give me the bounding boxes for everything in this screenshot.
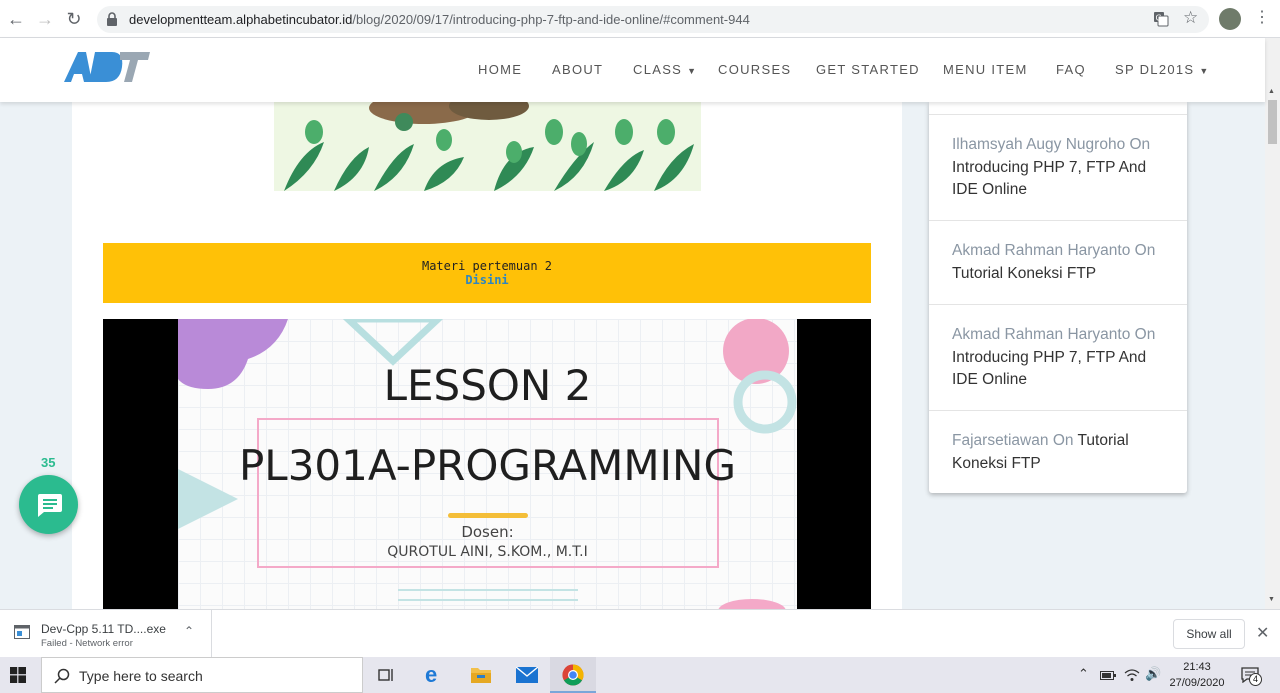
mail-icon[interactable] [504, 657, 550, 693]
slide-dosen-name: QUROTUL AINI, S.KOM., M.T.I [387, 544, 588, 560]
slide: LESSON 2 PL301A-PROGRAMMING Dosen: QUROT… [178, 319, 797, 609]
page-scrollbar[interactable]: ▲ ▼ [1265, 38, 1280, 609]
caret-down-icon: ▼ [687, 66, 698, 76]
wifi-icon[interactable] [1124, 668, 1140, 682]
download-status: Failed - Network error [41, 638, 133, 649]
site-logo[interactable] [62, 48, 150, 84]
file-explorer-icon[interactable] [458, 657, 504, 693]
caret-down-icon: ▼ [1199, 66, 1210, 76]
nav-get-started[interactable]: GET STARTED [816, 62, 920, 77]
chat-button[interactable] [19, 475, 78, 534]
site-header: HOME ABOUT CLASS ▼ COURSES GET STARTED M… [0, 38, 1265, 102]
nav-faq[interactable]: FAQ [1056, 62, 1086, 77]
chevron-up-icon[interactable]: ⌃ [1078, 666, 1089, 682]
url-text: developmentteam.alphabetincubator.id/blo… [129, 12, 750, 27]
nav-class[interactable]: CLASS ▼ [633, 62, 697, 77]
chevron-up-icon[interactable]: ⌃ [184, 624, 194, 638]
windows-taskbar: Type here to search e ⌃ 🔊 21:43 27/09/20… [0, 657, 1280, 693]
bookmark-star-icon[interactable]: ☆ [1183, 8, 1198, 28]
kebab-menu-icon[interactable]: ⋮ [1254, 8, 1270, 28]
task-view-icon[interactable] [364, 657, 410, 693]
embedded-slide-viewer[interactable]: LESSON 2 PL301A-PROGRAMMING Dosen: QUROT… [103, 319, 871, 609]
post-content: Materi pertemuan 2 Disini LESSON 2 PL301… [72, 102, 902, 609]
slide-course-title: PL301A-PROGRAMMING [238, 441, 736, 490]
translate-icon[interactable]: G [1153, 11, 1169, 27]
scroll-down-icon[interactable]: ▼ [1268, 596, 1275, 603]
nav-courses[interactable]: COURSES [718, 62, 791, 77]
download-filename: Dev-Cpp 5.11 TD....exe [41, 622, 166, 636]
windows-start-icon[interactable] [10, 667, 26, 683]
slide-lesson-title: LESSON 2 [383, 361, 592, 410]
svg-text:G: G [1156, 14, 1162, 23]
scrollbar-thumb[interactable] [1268, 100, 1277, 144]
system-clock[interactable]: 21:43 27/09/2020 [1166, 659, 1228, 691]
edge-browser-icon[interactable]: e [412, 657, 458, 693]
comment-item[interactable]: Fajarsetiawan On Tutorial Koneksi FTP [929, 410, 1187, 493]
notice-text: Materi pertemuan 2 [421, 259, 553, 273]
recent-comments-widget: Ilhamsyah Augy Nugroho On Introducing PH… [929, 102, 1187, 493]
show-all-button[interactable]: Show all [1173, 619, 1245, 649]
battery-icon[interactable] [1100, 669, 1116, 681]
forward-arrow-icon[interactable]: → [35, 9, 55, 29]
comment-item[interactable]: Akmad Rahman Haryanto On Introducing PHP… [929, 304, 1187, 410]
chrome-icon[interactable] [550, 657, 596, 693]
nav-home[interactable]: HOME [478, 62, 522, 77]
taskbar-search[interactable]: Type here to search [41, 657, 363, 693]
notification-count-badge: 4 [1249, 673, 1262, 686]
notice-link[interactable]: Disini [103, 273, 871, 287]
notice-box: Materi pertemuan 2 Disini [103, 243, 871, 303]
action-center[interactable]: 4 [1232, 657, 1272, 693]
chat-bubble-icon [38, 494, 62, 517]
nav-menu-item[interactable]: MENU ITEM [943, 62, 1028, 77]
reload-icon[interactable]: ↻ [64, 9, 84, 29]
scroll-up-icon[interactable]: ▲ [1268, 88, 1275, 95]
exe-file-icon [14, 625, 30, 639]
lock-icon [107, 12, 117, 26]
search-icon [54, 668, 70, 684]
banner-image [274, 102, 701, 191]
close-icon[interactable]: ✕ [1256, 623, 1269, 643]
chat-count-badge: 35 [41, 455, 56, 470]
download-bar: Dev-Cpp 5.11 TD....exe Failed - Network … [0, 609, 1280, 657]
slide-dosen-label: Dosen: [461, 523, 514, 541]
nav-sp-dl201s[interactable]: SP DL201S ▼ [1115, 62, 1210, 77]
browser-toolbar: ← → ↻ developmentteam.alphabetincubator.… [0, 0, 1280, 38]
comment-item[interactable]: Akmad Rahman Haryanto On Tutorial Koneks… [929, 220, 1187, 304]
profile-avatar[interactable] [1219, 8, 1241, 30]
address-bar[interactable]: developmentteam.alphabetincubator.id/blo… [97, 6, 1209, 33]
back-arrow-icon[interactable]: ← [6, 9, 26, 29]
nav-about[interactable]: ABOUT [552, 62, 603, 77]
download-item[interactable]: Dev-Cpp 5.11 TD....exe Failed - Network … [0, 610, 212, 657]
volume-icon[interactable]: 🔊 [1145, 666, 1161, 682]
comment-item[interactable]: Ilhamsyah Augy Nugroho On Introducing PH… [929, 114, 1187, 220]
